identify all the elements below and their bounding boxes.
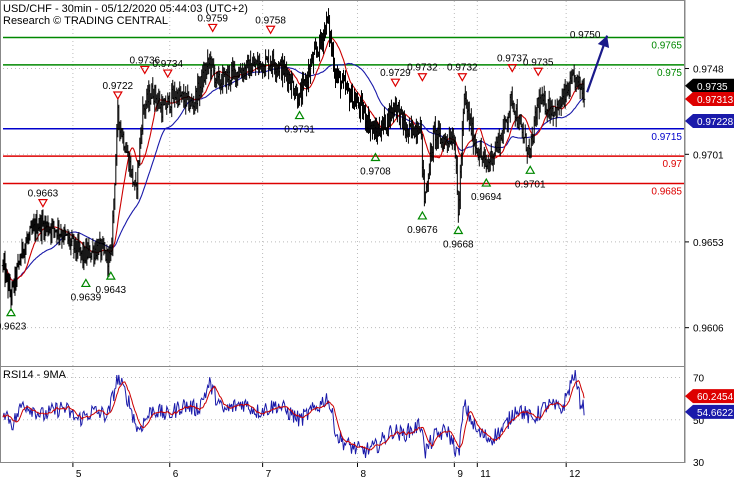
peak-label-8: 0.9758 [255, 15, 286, 26]
peak-label-12: 0.9676 [407, 225, 438, 236]
price-tag-2: 0.97228 [697, 117, 734, 128]
peak-label-20: 0.9750 [570, 30, 601, 41]
peak-label-7: 0.9759 [197, 13, 228, 24]
time-tick-label-4: 9 [457, 469, 463, 480]
time-tick-label-5: 11 [480, 469, 491, 480]
time-tick-label-6: 12 [569, 469, 581, 480]
rsi-tick-label-0: 70 [693, 374, 705, 385]
time-tick-label-2: 7 [266, 469, 272, 480]
price-tick-label-3: 0.9606 [693, 324, 724, 335]
rsi-tag-1: 54.6622 [697, 408, 734, 419]
peak-label-14: 0.9668 [443, 240, 474, 251]
peak-label-19: 0.9735 [523, 57, 554, 68]
time-tick-label-1: 6 [173, 469, 179, 480]
rsi-title: RSI14 - 9MA [3, 369, 67, 381]
level-label-1: 0.975 [657, 68, 682, 79]
peak-label-6: 0.9734 [152, 59, 183, 70]
rsi-tick-label-2: 30 [693, 458, 705, 469]
chart-svg: 0.96230.96630.96390.96430.97220.97360.97… [0, 0, 735, 480]
time-tick-label-3: 8 [360, 469, 366, 480]
level-label-0: 0.9765 [651, 41, 682, 52]
chart-subtitle: Research © TRADING CENTRAL [3, 15, 168, 27]
peak-label-16: 0.9694 [471, 192, 502, 203]
peak-label-1: 0.9663 [28, 189, 59, 200]
level-label-3: 0.97 [663, 159, 683, 170]
peak-label-15: 0.9732 [447, 63, 478, 74]
level-label-2: 0.9715 [651, 132, 682, 143]
price-tick-label-0: 0.9748 [693, 65, 724, 76]
price-tick-label-2: 0.9653 [693, 238, 724, 249]
peak-label-0: 0.9623 [0, 322, 27, 333]
chart-title: USD/CHF - 30min - 05/12/2020 05:44:03 (U… [3, 3, 248, 15]
price-tick-label-1: 0.9701 [693, 150, 724, 161]
price-tag-0: 0.9735 [697, 82, 728, 93]
rsi-tag-0: 60.2454 [697, 392, 734, 403]
price-tags: 0.9735 0.97313 0.97228 [685, 78, 734, 129]
time-tick-label-0: 5 [76, 469, 82, 480]
peak-label-4: 0.9722 [103, 81, 134, 92]
peak-label-9: 0.9731 [284, 125, 315, 136]
peak-label-10: 0.9708 [360, 167, 391, 178]
chart-root: 0.96230.96630.96390.96430.97220.97360.97… [0, 0, 735, 480]
peak-label-18: 0.9701 [515, 179, 546, 190]
peak-label-13: 0.9732 [407, 63, 438, 74]
price-tag-1: 0.97313 [697, 95, 734, 106]
peak-label-3: 0.9643 [96, 285, 127, 296]
level-label-4: 0.9685 [651, 187, 682, 198]
